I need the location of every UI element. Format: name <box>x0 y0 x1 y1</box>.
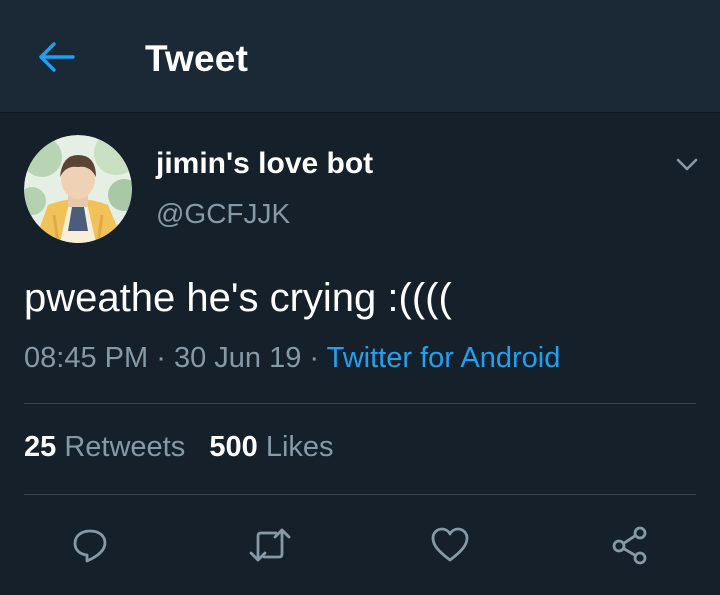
tweet-stats: 25 Retweets 500 Likes <box>24 431 334 464</box>
divider <box>24 403 696 404</box>
retweets-stat[interactable]: 25 Retweets <box>24 431 185 463</box>
share-button[interactable] <box>605 520 655 570</box>
heart-icon <box>431 527 469 562</box>
share-icon <box>612 526 647 565</box>
tweet-date: 30 Jun 19 <box>173 342 302 374</box>
likes-count: 500 <box>209 431 258 463</box>
retweets-count: 25 <box>24 431 57 463</box>
page-title: Tweet <box>145 38 249 79</box>
tweet-meta: 08:45 PM · 30 Jun 19 · Twitter for Andro… <box>24 342 560 375</box>
avatar[interactable] <box>24 135 132 243</box>
arrow-left-icon[interactable] <box>37 41 75 73</box>
meta-separator: · <box>156 342 166 374</box>
divider <box>24 494 696 495</box>
chevron-down-icon[interactable] <box>675 155 699 173</box>
tweet-source-link[interactable]: Twitter for Android <box>327 342 561 374</box>
retweet-icon <box>249 528 291 562</box>
reply-button[interactable] <box>65 520 115 570</box>
meta-separator: · <box>309 342 320 374</box>
tweet-text: pweathe he's crying :(((( <box>24 276 452 320</box>
retweets-label: Retweets <box>64 431 186 463</box>
likes-label: Likes <box>265 431 334 463</box>
display-name[interactable]: jimin's love bot <box>156 147 373 181</box>
action-bar <box>0 520 720 570</box>
retweet-button[interactable] <box>245 520 295 570</box>
top-bar: Tweet <box>0 0 720 113</box>
like-button[interactable] <box>425 520 475 570</box>
likes-stat[interactable]: 500 Likes <box>209 431 333 463</box>
user-handle[interactable]: @GCFJJK <box>156 198 290 230</box>
tweet-time: 08:45 PM <box>24 342 149 374</box>
reply-icon <box>73 529 107 563</box>
